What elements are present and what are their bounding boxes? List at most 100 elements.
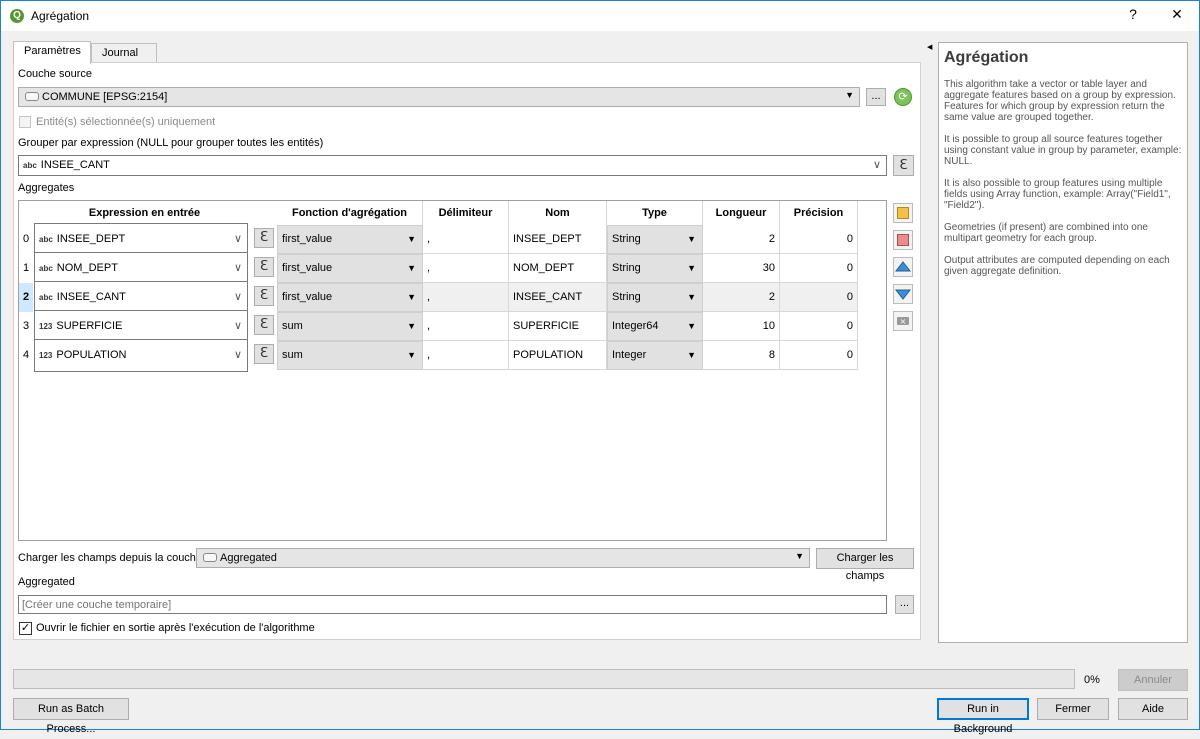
dropdown-arrow-icon: ▼ <box>407 263 416 273</box>
row-number[interactable]: 1 <box>19 254 33 283</box>
type-select[interactable]: String ▼ <box>607 225 703 254</box>
expression-builder-icon[interactable]: ℇ <box>893 155 914 176</box>
selected-only-checkbox[interactable] <box>19 116 31 128</box>
length-cell[interactable]: 8 <box>703 341 780 370</box>
delimiter-cell[interactable]: , <box>423 283 509 312</box>
string-type-icon: abc <box>39 264 53 273</box>
group-by-expression-field[interactable]: abc INSEE_CANT ∨ <box>18 155 887 176</box>
precision-cell[interactable]: 0 <box>780 341 858 370</box>
row-number[interactable]: 2 <box>19 283 33 312</box>
row-number[interactable]: 3 <box>19 312 33 341</box>
cancel-button[interactable]: Annuler <box>1118 669 1188 691</box>
move-down-icon[interactable] <box>893 284 913 304</box>
load-fields-layer-select[interactable]: Aggregated ▼ <box>196 548 810 568</box>
source-layer-select[interactable]: COMMUNE [EPSG:2154] ▼ <box>18 87 860 107</box>
delimiter-cell[interactable]: , <box>423 312 509 341</box>
help-title-button[interactable]: ? <box>1123 6 1143 22</box>
help-button[interactable]: Aide <box>1118 698 1188 720</box>
close-button[interactable]: Fermer <box>1037 698 1109 720</box>
aggregate-function-select[interactable]: first_value ▼ <box>277 283 423 312</box>
expression-builder-icon[interactable]: ℇ <box>254 257 274 277</box>
column-header-length[interactable]: Longueur <box>703 201 780 225</box>
aggregate-function-select[interactable]: sum ▼ <box>277 341 423 370</box>
add-field-icon[interactable] <box>893 203 913 223</box>
svg-text:×: × <box>900 317 907 326</box>
expression-value: INSEE_CANT <box>56 291 126 303</box>
name-cell[interactable]: INSEE_DEPT <box>509 225 607 254</box>
open-after-checkbox[interactable]: ✓ <box>19 622 32 635</box>
dropdown-arrow-icon: ▼ <box>407 292 416 302</box>
expression-builder-icon[interactable]: ℇ <box>254 344 274 364</box>
tab-parametres[interactable]: Paramètres <box>13 41 91 64</box>
type-select[interactable]: Integer ▼ <box>607 341 703 370</box>
length-cell[interactable]: 10 <box>703 312 780 341</box>
output-layer-input[interactable] <box>18 595 887 614</box>
aggregates-table: Expression en entrée Fonction d'agrégati… <box>18 200 887 541</box>
column-header-expression[interactable]: Expression en entrée <box>34 201 255 225</box>
delimiter-cell[interactable]: , <box>423 341 509 370</box>
help-paragraph: Geometries (if present) are combined int… <box>944 222 1148 244</box>
expression-input-combo[interactable]: 123 POPULATION ∨ <box>34 339 248 372</box>
precision-cell[interactable]: 0 <box>780 254 858 283</box>
string-type-icon: abc <box>23 161 37 170</box>
length-cell[interactable]: 30 <box>703 254 780 283</box>
aggregate-function-select[interactable]: first_value ▼ <box>277 225 423 254</box>
run-in-background-button[interactable]: Run in Background <box>937 698 1029 735</box>
expression-builder-icon[interactable]: ℇ <box>254 228 274 248</box>
chevron-down-icon: ∨ <box>233 349 242 361</box>
reset-fields-icon[interactable]: × <box>893 311 913 331</box>
chevron-down-icon: ▼ <box>795 551 804 561</box>
precision-cell[interactable]: 0 <box>780 283 858 312</box>
length-cell[interactable]: 2 <box>703 283 780 312</box>
move-up-icon[interactable] <box>893 257 913 277</box>
name-cell[interactable]: POPULATION <box>509 341 607 370</box>
delimiter-cell[interactable]: , <box>423 225 509 254</box>
aggregate-function-select[interactable]: sum ▼ <box>277 312 423 341</box>
row-number[interactable]: 4 <box>19 341 33 370</box>
output-browse-button[interactable]: ... <box>895 595 914 614</box>
column-header-name[interactable]: Nom <box>509 201 607 225</box>
tab-journal[interactable]: Journal <box>91 43 157 63</box>
close-window-button[interactable]: ✕ <box>1167 6 1187 23</box>
progress-bar <box>13 669 1075 689</box>
type-select[interactable]: String ▼ <box>607 254 703 283</box>
name-cell[interactable]: NOM_DEPT <box>509 254 607 283</box>
row-number[interactable]: 0 <box>19 225 33 254</box>
expression-value: POPULATION <box>56 349 127 361</box>
precision-cell[interactable]: 0 <box>780 312 858 341</box>
expression-builder-icon[interactable]: ℇ <box>254 315 274 335</box>
aggregate-function-value: sum <box>282 349 303 361</box>
polygon-layer-icon <box>25 92 39 101</box>
aggregates-label: Aggregates <box>18 182 75 194</box>
aggregate-function-select[interactable]: first_value ▼ <box>277 254 423 283</box>
collapse-help-icon[interactable]: ◀ <box>927 43 932 51</box>
delete-field-icon[interactable] <box>893 230 913 250</box>
type-select[interactable]: Integer64 ▼ <box>607 312 703 341</box>
column-header-delimiter[interactable]: Délimiteur <box>423 201 509 225</box>
length-cell[interactable]: 2 <box>703 225 780 254</box>
chevron-down-icon: ∨ <box>872 159 881 171</box>
column-header-type[interactable]: Type <box>607 201 703 225</box>
batch-process-button[interactable]: Run as Batch Process... <box>13 698 129 735</box>
iterate-icon[interactable]: ⟳ <box>894 88 912 106</box>
column-header-function[interactable]: Fonction d'agrégation <box>277 201 423 225</box>
delimiter-cell[interactable]: , <box>423 254 509 283</box>
output-label: Aggregated <box>18 576 75 588</box>
expression-value: INSEE_DEPT <box>56 233 126 245</box>
expression-builder-icon[interactable]: ℇ <box>254 286 274 306</box>
progress-text: 0% <box>1084 674 1100 686</box>
source-layer-value: COMMUNE [EPSG:2154] <box>42 91 168 103</box>
title-bar: Q Agrégation ? ✕ <box>1 1 1199 31</box>
load-fields-layer-value: Aggregated <box>220 552 277 564</box>
dropdown-arrow-icon: ▼ <box>407 350 416 360</box>
name-cell[interactable]: INSEE_CANT <box>509 283 607 312</box>
precision-cell[interactable]: 0 <box>780 225 858 254</box>
source-browse-button[interactable]: ... <box>866 88 886 106</box>
string-type-icon: abc <box>39 293 53 302</box>
column-header-precision[interactable]: Précision <box>780 201 858 225</box>
name-cell[interactable]: SUPERFICIE <box>509 312 607 341</box>
string-type-icon: abc <box>39 235 53 244</box>
dropdown-arrow-icon: ▼ <box>687 234 696 244</box>
type-select[interactable]: String ▼ <box>607 283 703 312</box>
load-fields-button[interactable]: Charger les champs <box>816 548 914 582</box>
